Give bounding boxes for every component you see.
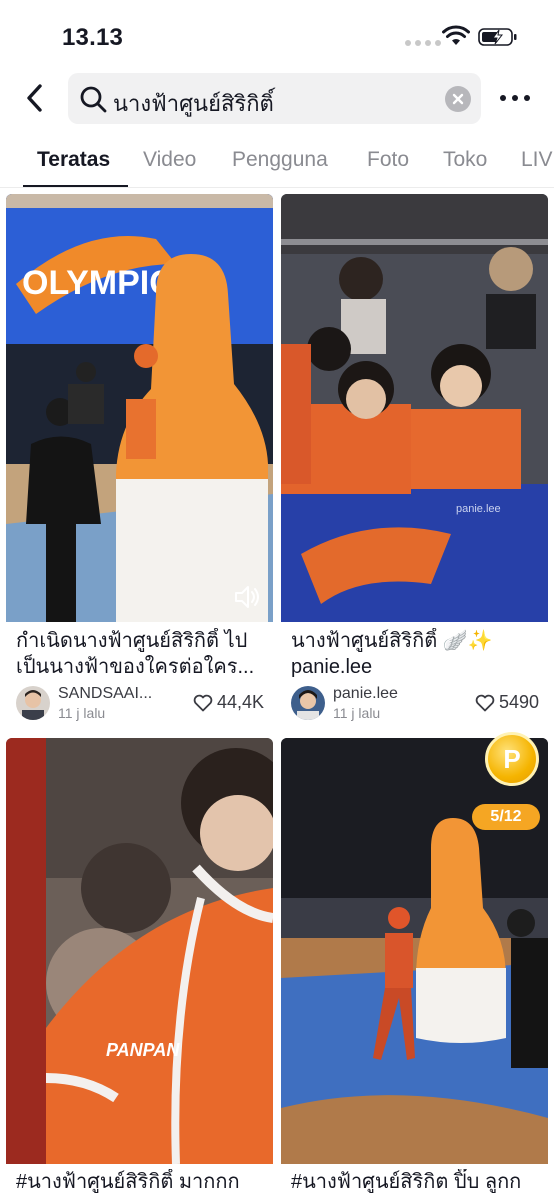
tab-pengguna[interactable]: Pengguna <box>232 148 328 172</box>
sound-icon[interactable] <box>233 584 261 610</box>
result-caption[interactable]: #นางฟ้าศูนย์สิริกิต ปิ๊บ ลูกก <box>291 1169 541 1199</box>
post-time: 11 j lalu <box>58 705 106 721</box>
result-caption[interactable]: #นางฟ้าศูนย์สิริกิติ์ มากกก <box>16 1169 266 1199</box>
reward-coin-button[interactable]: P <box>485 732 539 786</box>
thumbnail-banner-text: OLYMPIC <box>22 264 174 302</box>
avatar[interactable] <box>16 686 50 720</box>
more-options-button[interactable] <box>500 88 530 108</box>
coin-icon: P <box>503 743 521 774</box>
like-count-value: 5490 <box>498 692 539 712</box>
search-input[interactable]: นางฟ้าศูนย์สิริกิติ์ <box>68 73 481 124</box>
result-caption[interactable]: นางฟ้าศูนย์สิริกิติ์ 🪽✨ panie.lee <box>291 628 541 680</box>
cellular-signal-icon <box>405 40 441 46</box>
tab-foto[interactable]: Foto <box>367 148 409 172</box>
battery-icon <box>478 28 517 46</box>
result-meta: SANDSAAI... 11 j lalu 44,4K <box>16 684 266 724</box>
active-tab-indicator <box>23 185 128 187</box>
like-count-value: 44,4K <box>216 692 264 712</box>
tab-live[interactable]: LIV <box>521 148 553 172</box>
heart-icon <box>475 694 495 711</box>
result-card[interactable]: PANPAN #นางฟ้าศูนย์สิริกิติ์ มากกก <box>6 738 273 1199</box>
status-bar: 13.13 <box>0 0 554 70</box>
author-name[interactable]: SANDSAAI... <box>58 685 178 703</box>
search-header: นางฟ้าศูนย์สิริกิติ์ <box>0 70 554 128</box>
search-tabs: Teratas Video Pengguna Foto Toko LIV <box>0 136 554 188</box>
result-card[interactable]: OLYMPIC กำเนิดนางฟ้าศูนย์สิริกิติ์ ไปเป็… <box>6 194 273 728</box>
tab-video[interactable]: Video <box>143 148 196 172</box>
like-count[interactable]: 5490 <box>475 692 539 713</box>
thumbnail-watermark: panie.lee <box>456 503 501 515</box>
heart-icon <box>193 694 213 711</box>
photo-thumbnail[interactable]: panie.lee <box>281 194 548 622</box>
tab-teratas[interactable]: Teratas <box>37 148 110 172</box>
wifi-icon <box>442 25 470 45</box>
search-query[interactable]: นางฟ้าศูนย์สิริกิติ์ <box>113 86 274 121</box>
chevron-left-icon <box>27 84 42 112</box>
status-time: 13.13 <box>62 24 124 51</box>
back-button[interactable] <box>18 80 50 116</box>
close-icon <box>452 93 464 105</box>
like-count[interactable]: 44,4K <box>193 692 264 713</box>
result-caption[interactable]: กำเนิดนางฟ้าศูนย์สิริกิติ์ ไปเป็นนางฟ้าข… <box>16 628 266 680</box>
post-time: 11 j lalu <box>333 705 381 721</box>
video-thumbnail[interactable] <box>281 738 548 1164</box>
clear-search-button[interactable] <box>445 86 471 112</box>
reward-progress[interactable]: 5/12 <box>472 804 540 830</box>
avatar[interactable] <box>291 686 325 720</box>
result-meta: panie.lee 11 j lalu 5490 <box>291 684 541 724</box>
video-thumbnail[interactable]: PANPAN <box>6 738 273 1164</box>
thumbnail-watermark: PANPAN <box>106 1040 180 1060</box>
result-card[interactable]: panie.lee นางฟ้าศูนย์สิริกิติ์ 🪽✨ panie.… <box>281 194 548 728</box>
video-thumbnail[interactable]: OLYMPIC <box>6 194 273 622</box>
tab-toko[interactable]: Toko <box>443 148 487 172</box>
search-icon <box>80 86 107 113</box>
author-name[interactable]: panie.lee <box>333 685 453 703</box>
